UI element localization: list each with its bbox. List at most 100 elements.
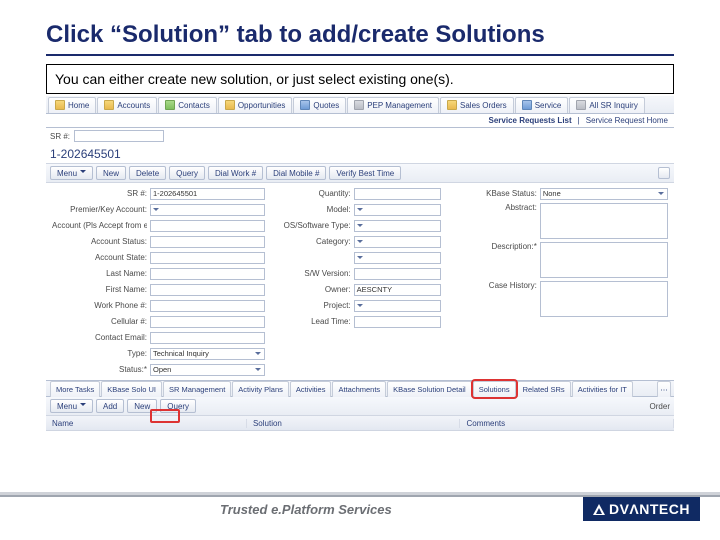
tab-service[interactable]: Service [515,97,569,113]
text-field[interactable] [150,220,265,232]
toolbar-square-icon[interactable] [658,167,670,179]
field-label: Model: [271,205,351,214]
text-field[interactable] [150,236,265,248]
text-field[interactable] [150,332,265,344]
text-field[interactable] [150,316,265,328]
dropdown-field[interactable]: Technical Inquiry [150,348,265,360]
form-row: Project: [271,299,441,312]
subtab-kbase-solo[interactable]: KBase Solo UI [101,381,162,397]
application-screenshot: Home Accounts Contacts Opportunities Quo… [46,96,674,453]
form-row: Premier/Key Account: [52,203,265,216]
col-name[interactable]: Name [46,419,247,428]
subtab-overflow-icon[interactable]: ⋯ [657,381,671,397]
form-row: Owner:AESCNTY [271,283,441,296]
form-row: Abstract: [447,203,668,239]
form-row: Contact Email: [52,331,265,344]
textarea-field[interactable] [540,203,668,239]
sr-search-input[interactable] [74,130,164,142]
tab-quotes[interactable]: Quotes [293,97,346,113]
tab-accounts[interactable]: Accounts [97,97,157,113]
form-row: OS/Software Type: [271,219,441,232]
subtab-attachments[interactable]: Attachments [332,381,386,397]
tab-label: PEP Management [367,101,432,110]
record-title: 1-202645501 [46,144,674,163]
field-label: Account State: [52,253,147,262]
tab-contacts[interactable]: Contacts [158,97,217,113]
text-field[interactable]: 1-202645501 [150,188,265,200]
text-field[interactable] [150,300,265,312]
form-row: Account (Pls Accept from e-Mail): [52,219,265,232]
form-row: KBase Status:None [447,187,668,200]
dial-mobile-button[interactable]: Dial Mobile # [266,166,326,180]
tab-pep[interactable]: PEP Management [347,97,439,113]
dial-work-button[interactable]: Dial Work # [208,166,263,180]
dropdown-field[interactable] [354,252,441,264]
col-solution[interactable]: Solution [247,419,461,428]
tab-home[interactable]: Home [48,97,96,113]
form-row: Quantity: [271,187,441,200]
subtab-activities-it[interactable]: Activities for IT [572,381,633,397]
form-row: Last Name: [52,267,265,280]
dropdown-field[interactable] [150,204,265,216]
tab-label: Quotes [313,101,339,110]
form-row: Case History: [447,281,668,317]
text-field[interactable] [150,268,265,280]
tab-label: Contacts [178,101,210,110]
text-field[interactable] [354,316,441,328]
field-label: Type: [52,349,147,358]
tab-all-sr[interactable]: All SR Inquiry [569,97,644,113]
text-field[interactable] [150,252,265,264]
new-button[interactable]: New [96,166,126,180]
dropdown-field[interactable] [354,204,441,216]
text-field[interactable]: AESCNTY [354,284,441,296]
form-row: First Name: [52,283,265,296]
tab-sales-orders[interactable]: Sales Orders [440,97,514,113]
text-field[interactable] [354,188,441,200]
tab-label: Home [68,101,89,110]
list-body[interactable] [46,431,674,453]
menu-button[interactable]: Menu [50,166,93,180]
query-button[interactable]: Query [169,166,205,180]
slide-title: Click “Solution” tab to add/create Solut… [0,0,720,52]
subtab-solutions[interactable]: Solutions [473,381,516,397]
tab-label: Opportunities [238,101,286,110]
list-menu-button[interactable]: Menu [50,399,93,413]
form-row: SR #:1-202645501 [52,187,265,200]
field-label: Account Status: [52,237,147,246]
tab-label: Sales Orders [460,101,507,110]
text-field[interactable] [354,268,441,280]
verify-best-time-button[interactable]: Verify Best Time [329,166,401,180]
title-underline [46,54,674,56]
subtab-related-srs[interactable]: Related SRs [517,381,571,397]
form-row: Lead Time: [271,315,441,328]
textarea-field[interactable] [540,242,668,278]
dropdown-field[interactable]: Open [150,364,265,376]
list-add-button[interactable]: Add [96,399,124,413]
main-tabstrip: Home Accounts Contacts Opportunities Quo… [46,96,674,114]
subtab-sr-mgmt[interactable]: SR Management [163,381,231,397]
form-row: Work Phone #: [52,299,265,312]
form-row: Description:* [447,242,668,278]
link-sr-list[interactable]: Service Requests List [489,116,572,125]
subtab-activities[interactable]: Activities [290,381,332,397]
col-comments[interactable]: Comments [460,419,674,428]
field-label: Account (Pls Accept from e-Mail): [52,221,147,230]
dropdown-field[interactable] [354,220,441,232]
field-label: Case History: [447,281,537,290]
textarea-field[interactable] [540,281,668,317]
list-query-button[interactable]: Query [160,399,196,413]
tab-opportunities[interactable]: Opportunities [218,97,293,113]
list-new-button[interactable]: New [127,399,157,413]
link-sr-home[interactable]: Service Request Home [586,116,668,125]
dropdown-field[interactable] [354,300,441,312]
subtab-kbase-detail[interactable]: KBase Solution Detail [387,381,472,397]
dropdown-field[interactable] [354,236,441,248]
subtab-more-tasks[interactable]: More Tasks [50,381,100,397]
list-order-label: Order [650,402,670,411]
detail-subtabs: More Tasks KBase Solo UI SR Management A… [46,380,674,397]
subtab-activity-plans[interactable]: Activity Plans [232,381,289,397]
delete-button[interactable]: Delete [129,166,166,180]
dropdown-field[interactable]: None [540,188,668,200]
text-field[interactable] [150,284,265,296]
field-label: Quantity: [271,189,351,198]
